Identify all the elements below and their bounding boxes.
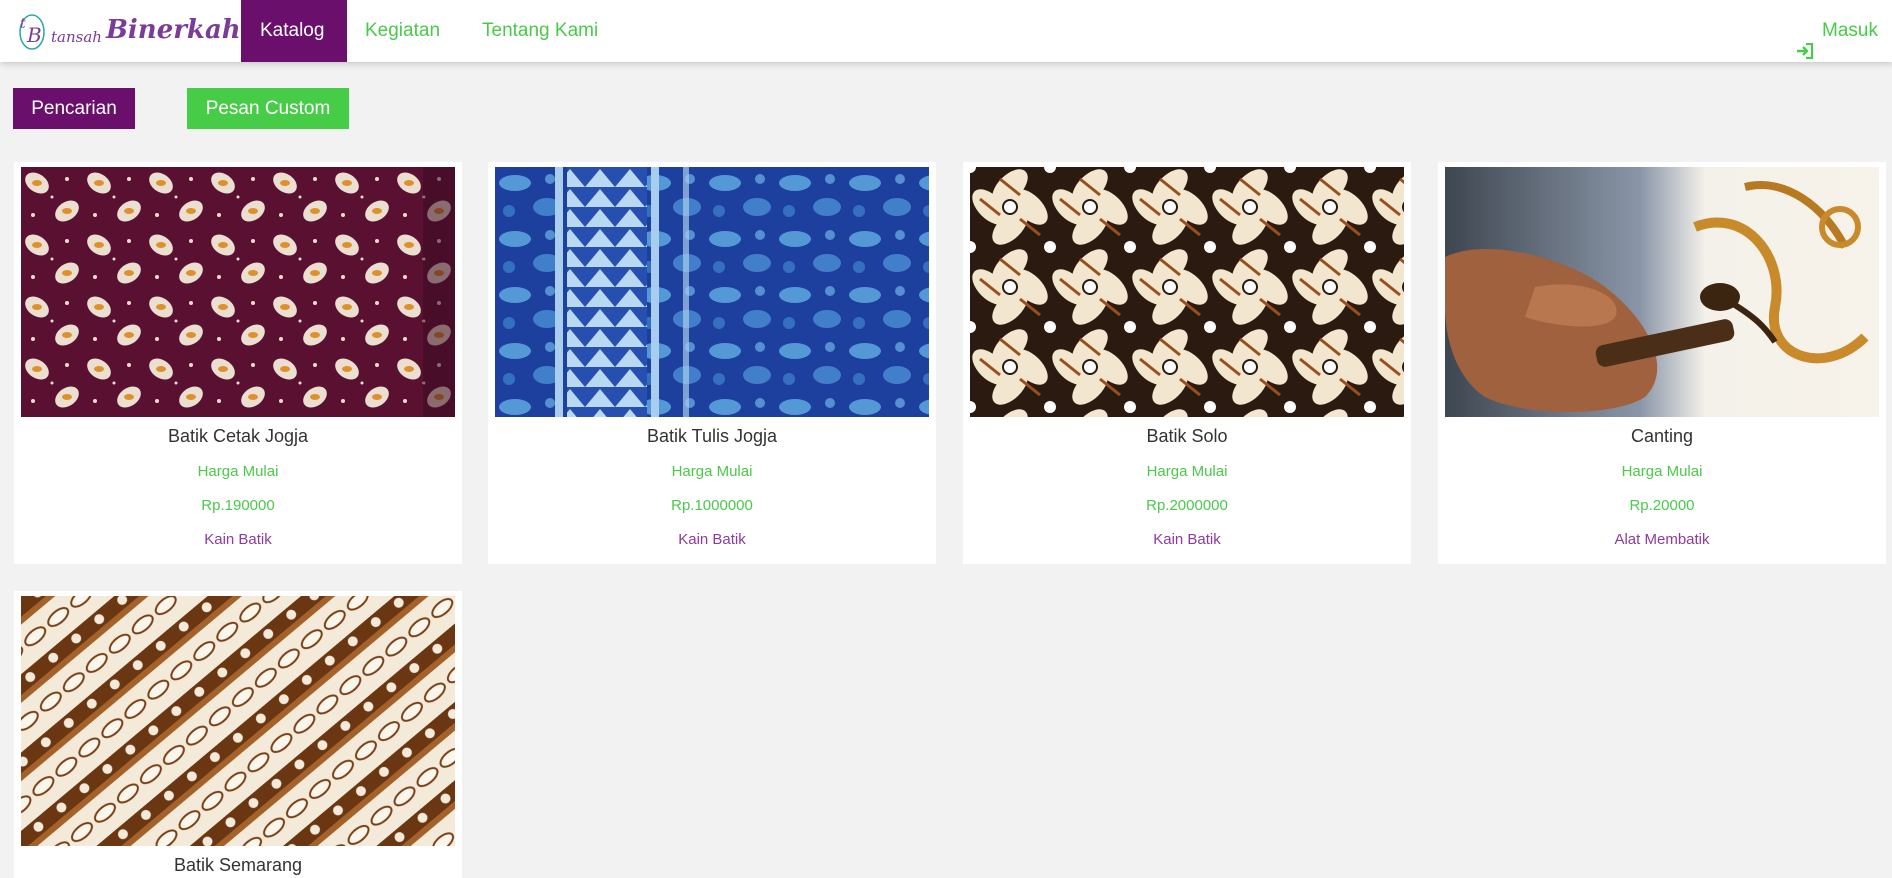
- product-image[interactable]: [970, 167, 1404, 417]
- custom-order-button[interactable]: Pesan Custom: [187, 88, 349, 129]
- search-button[interactable]: Pencarian: [13, 88, 135, 129]
- svg-text:t: t: [20, 16, 26, 32]
- nav-katalog[interactable]: Katalog: [241, 0, 347, 62]
- product-image[interactable]: [495, 167, 929, 417]
- login-label: Masuk: [1822, 20, 1878, 41]
- product-image[interactable]: [21, 596, 455, 846]
- product-card[interactable]: Batik Tulis Jogja Harga Mulai Rp.1000000…: [488, 162, 936, 564]
- product-name[interactable]: Batik Semarang: [14, 855, 462, 876]
- product-image[interactable]: [21, 167, 455, 417]
- login-link[interactable]: Masuk: [1796, 0, 1878, 62]
- product-price: Rp.2000000: [1146, 497, 1228, 514]
- product-category: Alat Membatik: [1614, 531, 1710, 548]
- product-price: Rp.190000: [201, 497, 275, 514]
- product-card[interactable]: Canting Harga Mulai Rp.20000 Alat Membat…: [1438, 162, 1886, 564]
- price-label: Harga Mulai: [671, 463, 753, 480]
- svg-text:B: B: [26, 23, 42, 47]
- product-category: Kain Batik: [204, 531, 272, 548]
- product-category: Kain Batik: [1153, 531, 1221, 548]
- product-image[interactable]: [1445, 167, 1879, 417]
- product-name[interactable]: Batik Tulis Jogja: [488, 426, 936, 447]
- nav-kegiatan[interactable]: Kegiatan: [346, 0, 459, 62]
- brand-small-text: tansah: [51, 28, 102, 46]
- nav-tentang-kami[interactable]: Tentang Kami: [463, 0, 617, 62]
- product-name[interactable]: Canting: [1438, 426, 1886, 447]
- top-navbar: t B tansah Binerkahan Katalog Kegiatan T…: [0, 0, 1892, 62]
- product-card[interactable]: Batik Cetak Jogja Harga Mulai Rp.190000 …: [14, 162, 462, 564]
- product-price: Rp.20000: [1629, 497, 1695, 514]
- product-category: Kain Batik: [678, 531, 746, 548]
- product-card[interactable]: Batik Solo Harga Mulai Rp.2000000 Kain B…: [963, 162, 1411, 564]
- product-name[interactable]: Batik Cetak Jogja: [14, 426, 462, 447]
- product-price: Rp.1000000: [671, 497, 753, 514]
- price-label: Harga Mulai: [1621, 463, 1703, 480]
- brand-logo[interactable]: t B tansah Binerkahan: [17, 4, 276, 56]
- price-label: Harga Mulai: [1146, 463, 1228, 480]
- price-label: Harga Mulai: [197, 463, 279, 480]
- product-card[interactable]: Batik Semarang: [14, 591, 462, 878]
- sign-in-icon: [1796, 23, 1814, 60]
- product-name[interactable]: Batik Solo: [963, 426, 1411, 447]
- brand-mark-icon: t B: [17, 8, 49, 52]
